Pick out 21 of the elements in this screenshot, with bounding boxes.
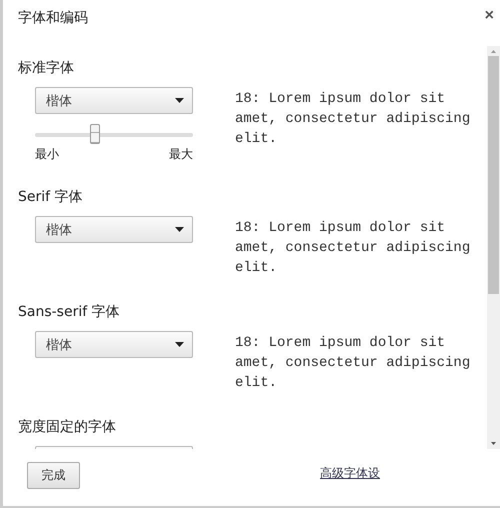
caret-icon [175, 227, 184, 232]
font-dropdown[interactable]: 楷体 [35, 216, 193, 243]
dialog-title: 字体和编码 [18, 9, 88, 27]
section-label: 标准字体 [18, 59, 75, 78]
section-label: 宽度固定的字体 [18, 418, 117, 437]
font-sample-text: 18: Lorem ipsum dolor sit amet, consectetur adipiscing elit. [235, 219, 472, 278]
caret-icon [175, 342, 184, 347]
advanced-font-settings-link[interactable]: 高级字体设 [320, 465, 380, 482]
section-label: Sans-serif 字体 [18, 303, 121, 322]
font-dropdown[interactable]: 楷体 [35, 87, 193, 114]
scrollbar[interactable] [487, 46, 500, 449]
section-label: Serif 字体 [18, 188, 84, 207]
close-button[interactable]: × [478, 6, 500, 26]
caret-icon [175, 98, 184, 103]
max-label: 最大 [169, 146, 193, 163]
slider-thumb[interactable] [90, 124, 100, 144]
done-button[interactable]: 完成 [27, 462, 80, 489]
font-dropdown[interactable]: 楷体 [35, 331, 193, 358]
font-sample-text: 18: Lorem ipsum dolor sit amet, consectetur adipiscing elit. [235, 334, 472, 393]
min-label: 最小 [35, 146, 59, 163]
font-sample-text: 18: Lorem ipsum dolor sit amet, consectetur adipiscing elit. [235, 90, 472, 149]
